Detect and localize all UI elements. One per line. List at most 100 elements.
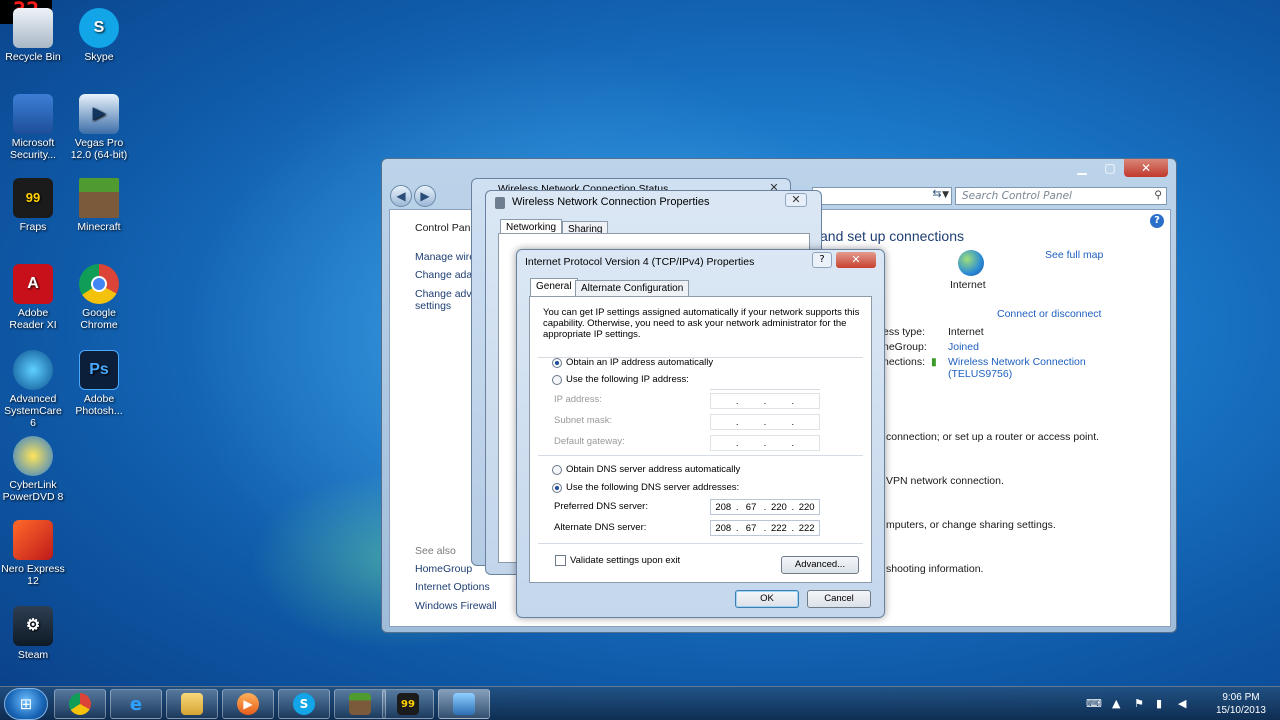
systemcare-icon xyxy=(13,350,53,390)
show-hidden-icons-icon[interactable]: ▲ xyxy=(1112,697,1120,710)
radio-label: Use the following DNS server addresses: xyxy=(566,482,740,493)
taskbar-control-panel[interactable] xyxy=(438,689,490,719)
close-button[interactable]: ✕ xyxy=(785,193,807,207)
desktop-icon-minecraft[interactable]: Minecraft xyxy=(66,178,132,233)
radio-use-following-dns[interactable]: Use the following DNS server addresses: xyxy=(552,482,739,493)
task-vpn-connection: VPN network connection. xyxy=(886,475,1004,487)
minimize-button[interactable]: ▁ xyxy=(1068,159,1096,177)
desktop-icon-google-chrome[interactable]: Google Chrome xyxy=(66,264,132,331)
file-explorer-icon xyxy=(181,693,203,715)
radio-label: Use the following IP address: xyxy=(566,374,689,385)
taskbar-media-player[interactable]: ▶ xyxy=(222,689,274,719)
taskbar-skype[interactable]: S xyxy=(278,689,330,719)
clock[interactable]: 9:06 PM 15/10/2013 xyxy=(1216,691,1266,717)
window-controls: ▁ ▢ ✕ xyxy=(1068,159,1168,177)
taskbar-internet-explorer[interactable]: e xyxy=(110,689,162,719)
search-icon[interactable]: ⚲ xyxy=(1154,189,1162,201)
desktop-icon-skype[interactable]: S Skype xyxy=(66,8,132,63)
see-also-heading: See also xyxy=(415,545,456,557)
powerdvd-icon xyxy=(13,436,53,476)
radio-button[interactable] xyxy=(552,464,562,475)
page-title: and set up connections xyxy=(820,228,964,244)
desktop-icon-recycle-bin[interactable]: Recycle Bin xyxy=(0,8,66,63)
back-icon[interactable]: ◀ xyxy=(390,185,412,207)
network-adapter-icon xyxy=(495,197,505,209)
keyboard-icon[interactable]: ⌨ xyxy=(1086,697,1102,710)
validate-settings-checkbox-row[interactable]: Validate settings upon exit xyxy=(555,555,680,566)
see-also-internet-options[interactable]: Internet Options xyxy=(415,581,490,593)
chrome-icon xyxy=(79,264,119,304)
forward-icon[interactable]: ▶ xyxy=(414,185,436,207)
refresh-icon[interactable]: ⇆ xyxy=(927,187,947,205)
help-icon[interactable]: ? xyxy=(1150,214,1164,228)
volume-icon[interactable]: ◀ xyxy=(1178,697,1186,710)
desktop-icon-adobe-reader[interactable]: A Adobe Reader XI xyxy=(0,264,66,331)
network-icon[interactable]: ▮ xyxy=(1156,697,1162,710)
help-button[interactable]: ? xyxy=(812,252,832,268)
taskbar-chrome[interactable] xyxy=(54,689,106,719)
desktop-icon-microsoft-security[interactable]: Microsoft Security... xyxy=(0,94,66,161)
taskbar-file-explorer[interactable] xyxy=(166,689,218,719)
sidebar-item-manage-wireless[interactable]: Manage wire xyxy=(415,251,475,263)
dialog-title: Internet Protocol Version 4 (TCP/IPv4) P… xyxy=(525,256,755,268)
desktop-icon-label: Adobe Reader XI xyxy=(9,307,57,331)
internet-label: Internet xyxy=(950,279,986,291)
octet-4[interactable]: 222 xyxy=(795,523,819,534)
desktop-icon-steam[interactable]: ⚙ Steam xyxy=(0,606,66,661)
sidebar-control-panel-home[interactable]: Control Panel xyxy=(415,222,479,234)
see-full-map-link[interactable]: See full map xyxy=(1045,249,1103,261)
desktop-icon-fraps[interactable]: 99 Fraps xyxy=(0,178,66,233)
desktop-icon-powerdvd[interactable]: CyberLink PowerDVD 8 xyxy=(0,436,66,503)
sidebar-item-change-advanced[interactable]: Change adva xyxy=(415,288,477,300)
dns-bottom-divider xyxy=(538,543,863,544)
octet-1[interactable]: 208 xyxy=(711,502,735,513)
vegas-pro-icon: ▶ xyxy=(79,94,119,134)
radio-obtain-dns-auto[interactable]: Obtain DNS server address automatically xyxy=(552,464,740,475)
ip-address-field: ... xyxy=(710,393,820,409)
desktop-icon-label: Vegas Pro 12.0 (64-bit) xyxy=(70,137,128,161)
radio-use-following-ip[interactable]: Use the following IP address: xyxy=(552,374,689,385)
radio-button[interactable] xyxy=(552,374,562,385)
desktop-icon-photoshop[interactable]: Ps Adobe Photosh... xyxy=(66,350,132,417)
see-also-homegroup[interactable]: HomeGroup xyxy=(415,563,472,575)
octet-1[interactable]: 208 xyxy=(711,523,735,534)
default-gateway-label: Default gateway: xyxy=(554,436,625,447)
close-button[interactable]: ✕ xyxy=(1124,159,1168,177)
photoshop-icon: Ps xyxy=(79,350,119,390)
desktop-icon-nero-express[interactable]: Nero Express 12 xyxy=(0,520,66,587)
radio-obtain-ip-auto[interactable]: Obtain an IP address automatically xyxy=(552,357,713,368)
tab-general[interactable]: General xyxy=(530,278,578,298)
search-input[interactable]: Search Control Panel ⚲ xyxy=(955,187,1167,205)
ok-button[interactable]: OK xyxy=(735,590,799,608)
close-button[interactable]: ✕ xyxy=(836,252,876,268)
connect-or-disconnect-link[interactable]: Connect or disconnect xyxy=(997,308,1101,320)
start-button[interactable]: ⊞ xyxy=(4,688,48,720)
octet-3[interactable]: 222 xyxy=(767,523,791,534)
cancel-button[interactable]: Cancel xyxy=(807,590,871,608)
preferred-dns-field[interactable]: 208. 67. 220. 220 xyxy=(710,499,820,515)
octet-2[interactable]: 67 xyxy=(739,523,763,534)
radio-button[interactable] xyxy=(552,482,562,493)
navigation-buttons: ◀ ▶ xyxy=(390,185,436,207)
validate-settings-checkbox[interactable] xyxy=(555,555,566,566)
taskbar-fraps[interactable]: 99 xyxy=(382,689,434,719)
wireless-connection-link[interactable]: Wireless Network Connection xyxy=(948,356,1086,368)
fraps-icon: 99 xyxy=(397,693,419,715)
desktop-icon-vegas-pro[interactable]: ▶ Vegas Pro 12.0 (64-bit) xyxy=(66,94,132,161)
sidebar-item-change-adapter[interactable]: Change adap xyxy=(415,269,478,281)
desktop-icon-advanced-systemcare[interactable]: Advanced SystemCare 6 xyxy=(0,350,66,429)
desktop-icon-label: CyberLink PowerDVD 8 xyxy=(2,479,64,503)
maximize-button[interactable]: ▢ xyxy=(1096,159,1124,177)
taskbar-minecraft[interactable] xyxy=(334,689,386,719)
alternate-dns-field[interactable]: 208. 67. 222. 222 xyxy=(710,520,820,536)
radio-button[interactable] xyxy=(552,357,562,368)
wireless-ssid[interactable]: (TELUS9756) xyxy=(948,368,1012,380)
see-also-windows-firewall[interactable]: Windows Firewall xyxy=(415,600,497,612)
advanced-button[interactable]: Advanced... xyxy=(781,556,859,574)
octet-2[interactable]: 67 xyxy=(739,502,763,513)
homegroup-joined-link[interactable]: Joined xyxy=(948,341,979,353)
octet-4[interactable]: 220 xyxy=(795,502,819,513)
sidebar-item-settings[interactable]: settings xyxy=(415,300,451,312)
action-center-flag-icon[interactable]: ⚑ xyxy=(1134,697,1144,710)
octet-3[interactable]: 220 xyxy=(767,502,791,513)
